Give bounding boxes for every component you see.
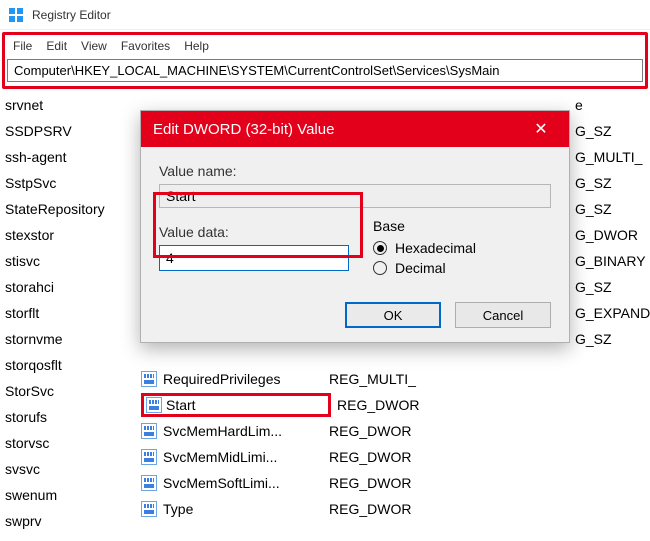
tree-item[interactable]: SSDPSRV bbox=[5, 118, 132, 144]
value-icon bbox=[141, 371, 157, 387]
menu-bar: File Edit View Favorites Help bbox=[5, 35, 645, 57]
value-name-label: Value name: bbox=[159, 163, 551, 179]
app-icon bbox=[8, 7, 24, 23]
value-type: REG_DWOR bbox=[329, 449, 650, 465]
value-type: REG_DWOR bbox=[329, 475, 650, 491]
value-icon bbox=[141, 449, 157, 465]
radio-hexadecimal[interactable]: Hexadecimal bbox=[373, 240, 551, 256]
value-data-input[interactable] bbox=[159, 245, 349, 271]
tree-item[interactable]: StorSvc bbox=[5, 378, 132, 404]
list-row[interactable]: Type REG_DWOR bbox=[135, 496, 650, 522]
value-icon bbox=[141, 475, 157, 491]
value-name: SvcMemHardLim... bbox=[163, 423, 323, 439]
edit-dword-dialog: Edit DWORD (32-bit) Value ✕ Value name: … bbox=[140, 110, 570, 343]
value-type: REG_DWOR bbox=[329, 423, 650, 439]
ok-button[interactable]: OK bbox=[345, 302, 441, 328]
base-group: Base Hexadecimal Decimal bbox=[373, 218, 551, 280]
app-title: Registry Editor bbox=[32, 8, 111, 22]
value-name: Start bbox=[166, 397, 326, 413]
value-name: SvcMemMidLimi... bbox=[163, 449, 323, 465]
list-row[interactable]: SvcMemMidLimi... REG_DWOR bbox=[135, 444, 650, 470]
tree-item[interactable]: swenum bbox=[5, 482, 132, 508]
tree-item[interactable]: storvsc bbox=[5, 430, 132, 456]
list-row-start[interactable]: Start REG_DWOR bbox=[135, 392, 650, 418]
value-data-label: Value data: bbox=[159, 224, 349, 240]
value-name-field: Start bbox=[159, 184, 551, 208]
value-type: REG_DWOR bbox=[329, 501, 650, 517]
value-icon bbox=[146, 397, 162, 413]
value-name: RequiredPrivileges bbox=[163, 371, 323, 387]
dialog-title: Edit DWORD (32-bit) Value bbox=[153, 121, 334, 138]
title-bar: Registry Editor bbox=[0, 0, 650, 30]
cancel-button[interactable]: Cancel bbox=[455, 302, 551, 328]
tree-item[interactable]: storflt bbox=[5, 300, 132, 326]
tree-item[interactable]: SstpSvc bbox=[5, 170, 132, 196]
radio-label: Decimal bbox=[395, 260, 446, 276]
tree-item[interactable]: svsvc bbox=[5, 456, 132, 482]
tree-item[interactable]: storahci bbox=[5, 274, 132, 300]
tree-item[interactable]: srvnet bbox=[5, 92, 132, 118]
dialog-titlebar[interactable]: Edit DWORD (32-bit) Value ✕ bbox=[141, 111, 569, 147]
value-name: SvcMemSoftLimi... bbox=[163, 475, 323, 491]
tree-item[interactable]: StateRepository bbox=[5, 196, 132, 222]
type-column-fragment: e G_SZ G_MULTI_ G_SZ G_SZ G_DWOR G_BINAR… bbox=[575, 92, 650, 352]
list-row[interactable]: SvcMemHardLim... REG_DWOR bbox=[135, 418, 650, 444]
radio-decimal[interactable]: Decimal bbox=[373, 260, 551, 276]
menu-file[interactable]: File bbox=[13, 39, 32, 53]
tree-item[interactable]: stisvc bbox=[5, 248, 132, 274]
base-label: Base bbox=[373, 218, 551, 234]
address-bar[interactable]: Computer\HKEY_LOCAL_MACHINE\SYSTEM\Curre… bbox=[7, 59, 643, 82]
tree-item[interactable]: storqosflt bbox=[5, 352, 132, 378]
tree-item[interactable]: stexstor bbox=[5, 222, 132, 248]
highlight-top: File Edit View Favorites Help Computer\H… bbox=[2, 32, 648, 89]
value-type: REG_DWOR bbox=[337, 397, 650, 413]
tree-item[interactable]: stornvme bbox=[5, 326, 132, 352]
close-icon[interactable]: ✕ bbox=[525, 119, 557, 139]
menu-favorites[interactable]: Favorites bbox=[121, 39, 170, 53]
menu-view[interactable]: View bbox=[81, 39, 107, 53]
tree-pane[interactable]: srvnet SSDPSRV ssh-agent SstpSvc StateRe… bbox=[0, 88, 135, 541]
radio-label: Hexadecimal bbox=[395, 240, 476, 256]
menu-edit[interactable]: Edit bbox=[46, 39, 67, 53]
dialog-body: Value name: Start Value data: Base Hexad… bbox=[141, 147, 569, 342]
tree-item[interactable]: storufs bbox=[5, 404, 132, 430]
menu-help[interactable]: Help bbox=[184, 39, 209, 53]
value-name: Type bbox=[163, 501, 323, 517]
list-row[interactable]: RequiredPrivileges REG_MULTI_ bbox=[135, 366, 650, 392]
list-row[interactable]: SvcMemSoftLimi... REG_DWOR bbox=[135, 470, 650, 496]
tree-item[interactable]: swprv bbox=[5, 508, 132, 534]
value-type: REG_MULTI_ bbox=[329, 371, 650, 387]
value-icon bbox=[141, 423, 157, 439]
tree-item[interactable]: ssh-agent bbox=[5, 144, 132, 170]
value-icon bbox=[141, 501, 157, 517]
